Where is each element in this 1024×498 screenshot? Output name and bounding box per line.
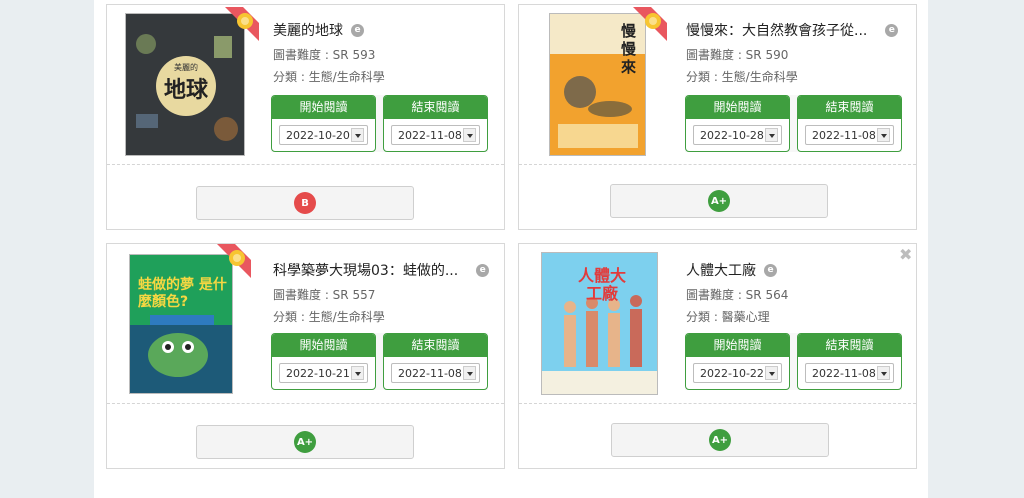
award-ribbon-icon (217, 244, 251, 278)
book-cover[interactable]: 人體大工廠 (541, 252, 658, 395)
book-level: 圖書難度 : SR 557 (273, 288, 376, 302)
grade-badge: A+ (294, 431, 316, 453)
cover-title-text: 地球 (163, 78, 208, 103)
chevron-down-icon[interactable] (765, 366, 778, 380)
book-level: 圖書難度 : SR 590 (686, 48, 789, 62)
book-category: 分類 : 生態/生命科學 (273, 310, 385, 324)
grade-badge: A+ (709, 429, 731, 451)
chevron-down-icon[interactable] (463, 128, 476, 142)
start-reading-label: 開始閱讀 (272, 334, 375, 357)
start-reading-box: 開始閱讀 2022-10-28 (685, 95, 790, 152)
end-reading-box: 結束閱讀 2022-11-08 (383, 333, 488, 390)
book-card: 蛙做的夢 是什麼顏色? 科學築夢大現場03：蛙做的... e 圖書難度 : SR… (106, 243, 505, 469)
start-reading-label: 開始閱讀 (686, 96, 789, 119)
start-reading-box: 開始閱讀 2022-10-21 (271, 333, 376, 390)
start-date-select[interactable]: 2022-10-20 (279, 125, 368, 145)
start-date-value: 2022-10-28 (700, 128, 764, 142)
end-date-value: 2022-11-08 (812, 128, 876, 142)
start-date-select[interactable]: 2022-10-28 (693, 125, 782, 145)
book-category: 分類 : 生態/生命科學 (273, 70, 385, 84)
start-date-value: 2022-10-21 (286, 366, 350, 380)
end-reading-box: 結束閱讀 2022-11-08 (797, 333, 902, 390)
book-card: 地球 美麗的 美麗的地球 e 圖書難度 : SR 593 分類 : 生態/生命科… (106, 4, 505, 230)
ebook-icon: e (476, 263, 490, 277)
end-date-select[interactable]: 2022-11-08 (805, 125, 894, 145)
close-icon[interactable]: ✖ (899, 245, 912, 264)
grade-badge: B (294, 192, 316, 214)
end-date-value: 2022-11-08 (812, 366, 876, 380)
end-reading-box: 結束閱讀 2022-11-08 (383, 95, 488, 152)
ebook-icon: e (764, 263, 777, 277)
book-category: 分類 : 生態/生命科學 (686, 70, 798, 84)
start-reading-box: 開始閱讀 2022-10-22 (685, 333, 790, 390)
start-reading-box: 開始閱讀 2022-10-20 (271, 95, 376, 152)
book-level: 圖書難度 : SR 564 (686, 288, 789, 302)
grade-button[interactable]: B (196, 186, 414, 220)
grade-button[interactable]: A+ (610, 184, 828, 218)
award-ribbon-icon (633, 7, 667, 41)
award-ribbon-icon (225, 7, 259, 41)
chevron-down-icon[interactable] (765, 128, 778, 142)
book-title[interactable]: 人體大工廠 (686, 260, 756, 280)
end-date-value: 2022-11-08 (398, 366, 462, 380)
ebook-icon: e (885, 23, 899, 37)
cover-title-text: 人體大工廠 (577, 266, 626, 303)
cover-title-text: 蛙做的夢 是什麼顏色? (138, 277, 227, 310)
start-date-value: 2022-10-22 (700, 366, 764, 380)
chevron-down-icon[interactable] (463, 366, 476, 380)
book-card: 人體大工廠 ✖ 人體大工廠 e 圖書難度 : SR 564 分類 : 醫藥心理 … (518, 243, 917, 469)
grade-badge: A+ (708, 190, 730, 212)
book-level: 圖書難度 : SR 593 (273, 48, 376, 62)
chevron-down-icon[interactable] (351, 366, 364, 380)
book-card: 慢慢來 慢慢來：大自然教會孩子從... e 圖書難度 : SR 590 分類 :… (518, 4, 917, 230)
start-date-select[interactable]: 2022-10-21 (279, 363, 368, 383)
chevron-down-icon[interactable] (877, 366, 890, 380)
book-title[interactable]: 美麗的地球 (273, 20, 343, 40)
end-date-select[interactable]: 2022-11-08 (391, 363, 480, 383)
end-reading-label: 結束閱讀 (384, 96, 487, 119)
end-date-select[interactable]: 2022-11-08 (391, 125, 480, 145)
book-category: 分類 : 醫藥心理 (686, 310, 770, 324)
start-date-select[interactable]: 2022-10-22 (693, 363, 782, 383)
ebook-icon: e (351, 23, 364, 37)
cover-top-text: 美麗的 (174, 63, 198, 72)
end-reading-label: 結束閱讀 (798, 334, 901, 357)
end-reading-label: 結束閱讀 (798, 96, 901, 119)
start-reading-label: 開始閱讀 (272, 96, 375, 119)
chevron-down-icon[interactable] (877, 128, 890, 142)
chevron-down-icon[interactable] (351, 128, 364, 142)
grade-button[interactable]: A+ (611, 423, 829, 457)
book-title[interactable]: 慢慢來：大自然教會孩子從... (686, 20, 867, 40)
end-date-select[interactable]: 2022-11-08 (805, 363, 894, 383)
end-date-value: 2022-11-08 (398, 128, 462, 142)
start-reading-label: 開始閱讀 (686, 334, 789, 357)
book-title[interactable]: 科學築夢大現場03：蛙做的... (273, 260, 458, 280)
end-reading-box: 結束閱讀 2022-11-08 (797, 95, 902, 152)
book-cover[interactable]: 慢慢來 (549, 13, 646, 156)
grade-button[interactable]: A+ (196, 425, 414, 459)
end-reading-label: 結束閱讀 (384, 334, 487, 357)
start-date-value: 2022-10-20 (286, 128, 350, 142)
